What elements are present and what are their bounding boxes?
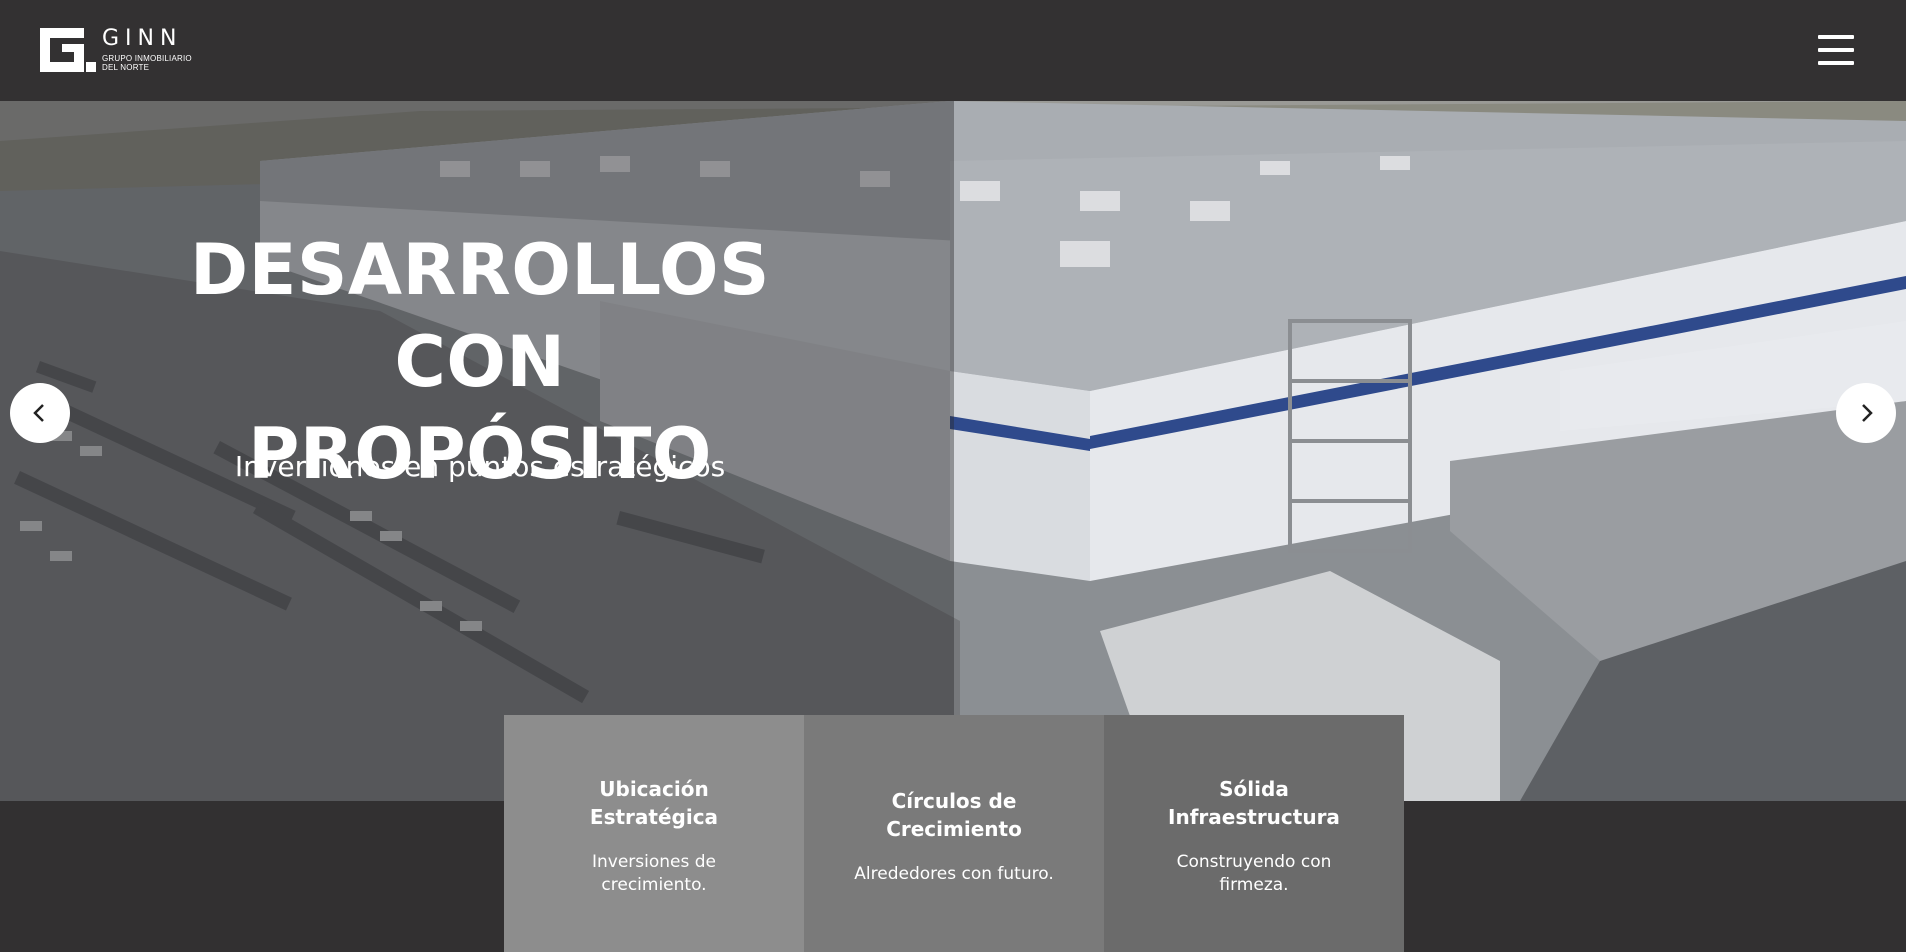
chevron-right-icon: [1862, 404, 1873, 422]
feature-card-text: Inversiones de crecimiento.: [591, 852, 717, 895]
hamburger-icon-bar: [1818, 35, 1854, 39]
logo-mark-icon: [40, 28, 96, 72]
hamburger-icon-bar: [1818, 61, 1854, 65]
hero-slider: DESARROLLOS CON PROPÓSITO Inversiones en…: [0, 101, 1906, 801]
feature-card-circulos: Círculos de Crecimiento Alrededores con …: [804, 715, 1104, 952]
hamburger-menu-button[interactable]: [1818, 33, 1856, 67]
site-header: GINN GRUPO INMOBILIARIO DEL NORTE: [0, 0, 1906, 101]
logo-name: GINN: [102, 26, 183, 51]
feature-card-title: Ubicación Estratégica: [589, 777, 719, 829]
feature-card-text: Construyendo con firmeza.: [1176, 852, 1332, 895]
feature-cards: Ubicación Estratégica Inversiones de cre…: [504, 715, 1404, 952]
feature-card-infraestructura: Sólida Infraestructura Construyendo con …: [1104, 715, 1404, 952]
logo-tagline-line2: DEL NORTE: [102, 63, 150, 72]
logo-tagline: GRUPO INMOBILIARIO DEL NORTE: [102, 54, 192, 72]
logo-tagline-line1: GRUPO INMOBILIARIO: [102, 54, 192, 63]
feature-card-title: Círculos de Crecimiento: [886, 789, 1022, 841]
hamburger-icon-bar: [1818, 48, 1854, 52]
slider-prev-button[interactable]: [10, 383, 70, 443]
ginn-logo[interactable]: GINN GRUPO INMOBILIARIO DEL NORTE: [40, 26, 205, 74]
slider-next-button[interactable]: [1836, 383, 1896, 443]
chevron-left-icon: [33, 404, 44, 422]
hero-title-line1: DESARROLLOS CON: [190, 229, 770, 403]
feature-card-ubicacion: Ubicación Estratégica Inversiones de cre…: [504, 715, 804, 952]
feature-card-text: Alrededores con futuro.: [854, 864, 1054, 884]
feature-card-title: Sólida Infraestructura: [1168, 777, 1340, 829]
hero-subtitle: Inversiones en puntos estratégicos: [234, 450, 726, 483]
